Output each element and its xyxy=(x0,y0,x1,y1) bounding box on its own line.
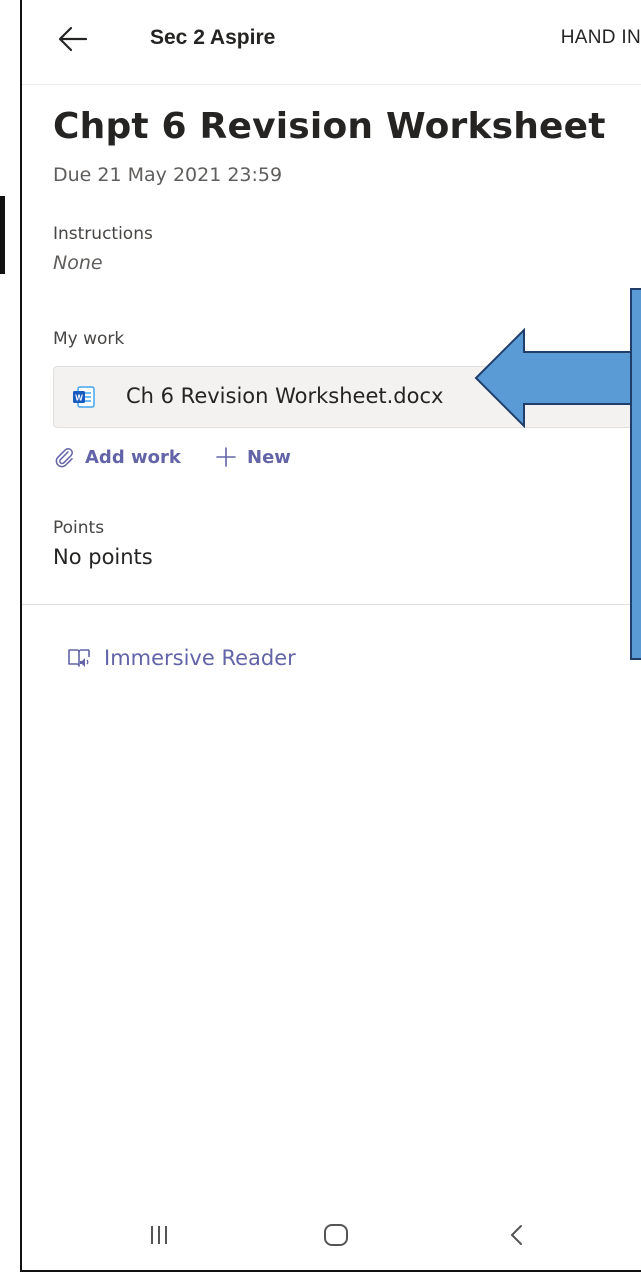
immersive-reader-button[interactable]: Immersive Reader xyxy=(66,645,296,671)
hand-in-button[interactable]: HAND IN xyxy=(561,27,641,49)
back-button[interactable] xyxy=(56,22,90,56)
system-back-button[interactable] xyxy=(506,1222,528,1253)
paperclip-icon xyxy=(55,447,73,468)
due-date: Due 21 May 2021 23:59 xyxy=(53,164,283,186)
arrow-left-icon xyxy=(58,26,88,52)
add-work-button[interactable]: Add work xyxy=(53,446,181,468)
word-doc-icon: W xyxy=(72,385,96,409)
recents-button[interactable] xyxy=(146,1222,172,1253)
home-icon xyxy=(324,1224,348,1246)
immersive-reader-icon xyxy=(68,649,90,667)
system-nav-bar xyxy=(22,1204,641,1270)
svg-text:W: W xyxy=(75,394,83,403)
my-work-label: My work xyxy=(53,329,125,349)
annotation-arrow xyxy=(474,327,633,429)
section-divider xyxy=(22,604,641,605)
immersive-reader-label: Immersive Reader xyxy=(104,646,296,670)
instructions-label: Instructions xyxy=(53,224,153,244)
instructions-value: None xyxy=(53,252,103,274)
new-button[interactable]: New xyxy=(215,446,291,468)
edge-marker xyxy=(0,196,5,274)
points-label: Points xyxy=(53,518,105,538)
back-chevron-icon xyxy=(510,1225,522,1245)
plus-icon xyxy=(216,447,236,467)
recents-icon xyxy=(151,1226,167,1244)
class-name: Sec 2 Aspire xyxy=(150,26,276,49)
points-value: No points xyxy=(53,545,153,569)
app-screen: Sec 2 Aspire HAND IN Chpt 6 Revision Wor… xyxy=(20,0,641,1272)
new-label: New xyxy=(247,446,291,468)
annotation-box xyxy=(630,288,641,660)
home-button[interactable] xyxy=(321,1222,351,1253)
header-bar: Sec 2 Aspire HAND IN xyxy=(22,0,641,85)
file-name: Ch 6 Revision Worksheet.docx xyxy=(126,384,444,408)
add-work-label: Add work xyxy=(85,446,181,468)
assignment-title: Chpt 6 Revision Worksheet xyxy=(53,106,606,147)
